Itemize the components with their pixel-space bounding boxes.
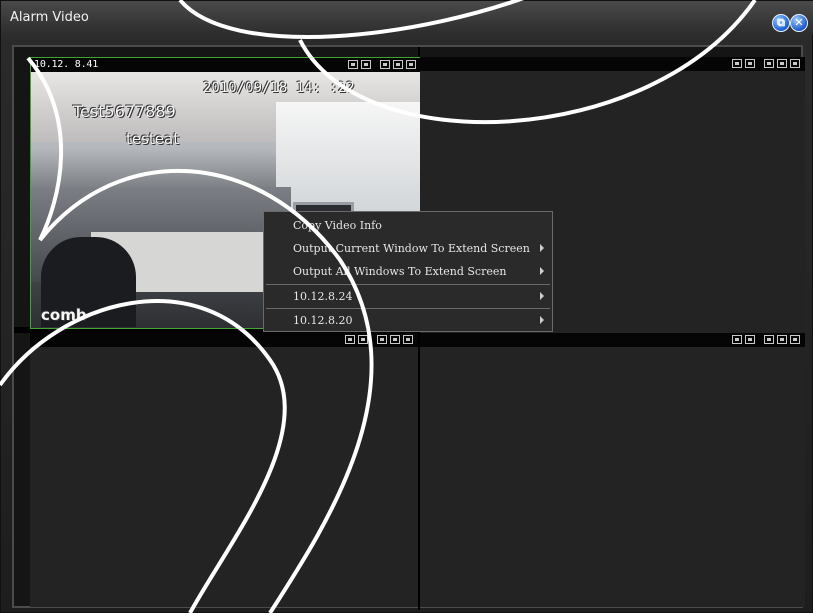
fullscreen-icon[interactable] bbox=[764, 335, 774, 344]
fullscreen-icon[interactable] bbox=[377, 335, 387, 344]
record-icon[interactable] bbox=[745, 59, 755, 68]
menu-item-copy-video-info[interactable]: Copy Video Info bbox=[264, 214, 552, 236]
submenu-arrow-icon bbox=[540, 267, 544, 275]
osd-text-3: comb bbox=[41, 306, 87, 324]
close-icon[interactable]: ✕ bbox=[790, 14, 808, 32]
menu-item-output-current-window[interactable]: Output Current Window To Extend Screen bbox=[264, 237, 552, 259]
pane-toolbar bbox=[348, 60, 416, 70]
window-title: Alarm Video bbox=[10, 10, 89, 25]
pane-header bbox=[420, 57, 805, 71]
audio-icon[interactable] bbox=[777, 335, 787, 344]
pane-toolbar bbox=[732, 59, 800, 69]
fullscreen-icon[interactable] bbox=[764, 59, 774, 68]
alarm-video-window: Alarm Video ⧉ ✕ 10.12. 8.41 2010/09/18 1… bbox=[0, 0, 813, 613]
pane-header bbox=[420, 333, 805, 347]
audio-icon[interactable] bbox=[390, 335, 400, 344]
fullscreen-icon[interactable] bbox=[380, 60, 390, 69]
osd-datetime: 2010/09/18 14: :22 bbox=[203, 80, 355, 96]
snapshot-icon[interactable] bbox=[348, 60, 358, 69]
submenu-arrow-icon bbox=[540, 292, 544, 300]
record-icon[interactable] bbox=[361, 60, 371, 69]
pane-header bbox=[30, 333, 418, 347]
snapshot-icon[interactable] bbox=[732, 335, 742, 344]
menu-item-device-10-12-8-20[interactable]: 10.12.8.20 bbox=[264, 309, 552, 331]
context-menu: Copy Video Info Output Current Window To… bbox=[263, 211, 553, 332]
camera-ip-label: 10.12. 8.41 bbox=[34, 59, 99, 70]
osd-text-1: Test5677889 bbox=[73, 102, 176, 121]
pane-toolbar bbox=[732, 335, 800, 345]
restore-icon[interactable]: ⧉ bbox=[772, 14, 790, 32]
record-icon[interactable] bbox=[358, 335, 368, 344]
video-pane-4[interactable] bbox=[420, 333, 805, 607]
menu-item-device-10-12-8-24[interactable]: 10.12.8.24 bbox=[264, 285, 552, 307]
osd-text-2: testeat bbox=[126, 130, 180, 148]
close-pane-icon[interactable] bbox=[406, 60, 416, 69]
submenu-arrow-icon bbox=[540, 244, 544, 252]
pane-toolbar bbox=[345, 335, 413, 345]
close-pane-icon[interactable] bbox=[790, 59, 800, 68]
audio-icon[interactable] bbox=[777, 59, 787, 68]
record-icon[interactable] bbox=[745, 335, 755, 344]
snapshot-icon[interactable] bbox=[345, 335, 355, 344]
snapshot-icon[interactable] bbox=[732, 59, 742, 68]
audio-icon[interactable] bbox=[393, 60, 403, 69]
title-bar[interactable]: Alarm Video ⧉ ✕ bbox=[1, 1, 813, 35]
video-pane-3[interactable] bbox=[30, 333, 418, 607]
pane-header: 10.12. 8.41 bbox=[31, 58, 421, 72]
submenu-arrow-icon bbox=[540, 316, 544, 324]
close-pane-icon[interactable] bbox=[403, 335, 413, 344]
menu-item-output-all-windows[interactable]: Output All Windows To Extend Screen bbox=[264, 260, 552, 282]
close-pane-icon[interactable] bbox=[790, 335, 800, 344]
